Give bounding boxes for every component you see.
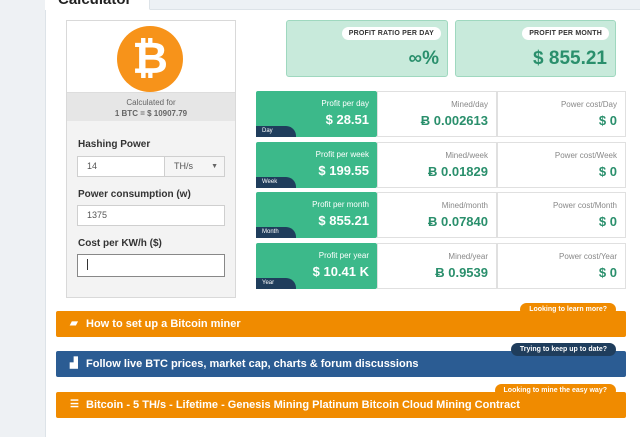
profit-value: $ 855.21: [318, 213, 369, 228]
profit-cell: Profit per day $ 28.51 Day: [256, 91, 377, 137]
profit-value: $ 199.55: [318, 163, 369, 178]
chevron-down-icon: ▼: [211, 163, 218, 170]
profit-month-box: PROFIT PER MONTH $ 855.21: [455, 20, 616, 77]
banner-text: How to set up a Bitcoin miner: [86, 318, 241, 330]
power-cost-label: Power cost/Month: [552, 201, 617, 210]
power-consumption-input[interactable]: 1375: [77, 205, 225, 226]
mined-value: Ƀ 0.01829: [428, 164, 488, 179]
profit-value: $ 28.51: [325, 112, 369, 127]
mined-label: Mined/week: [445, 151, 488, 160]
profit-cell: Profit per year $ 10.41 K Year: [256, 243, 377, 289]
calculated-for-label: Calculated for: [126, 98, 176, 107]
period-tag: Day: [256, 126, 296, 137]
mined-value: Ƀ 0.9539: [435, 265, 488, 280]
profit-label: Profit per week: [315, 150, 369, 159]
period-tag: Year: [256, 278, 296, 289]
profit-month-value: $ 855.21: [533, 48, 607, 69]
banner-live-prices[interactable]: ▟ Follow live BTC prices, market cap, ch…: [56, 343, 626, 377]
hashing-unit-select[interactable]: TH/s ▼: [165, 156, 225, 177]
power-cost-label: Power cost/Day: [560, 100, 617, 109]
banner-tag: Looking to learn more?: [520, 303, 616, 316]
list-icon: ☰: [70, 399, 79, 410]
text-cursor: [87, 259, 88, 271]
hashing-power-input[interactable]: 14: [77, 156, 165, 177]
banner-tag: Trying to keep up to date?: [510, 343, 616, 356]
bitcoin-logo-icon: ₿: [117, 26, 183, 92]
profit-ratio-value: ∞%: [408, 48, 439, 69]
banner-text: Follow live BTC prices, market cap, char…: [86, 358, 419, 370]
mined-cell: Mined/week Ƀ 0.01829: [377, 142, 497, 188]
banner-setup-miner[interactable]: ▰ How to set up a Bitcoin miner Looking …: [56, 303, 626, 337]
power-cost-value: $ 0: [598, 265, 617, 280]
banner-text: Bitcoin - 5 TH/s - Lifetime - Genesis Mi…: [86, 399, 520, 411]
tab-strip: [150, 0, 640, 10]
mined-label: Mined/month: [441, 201, 488, 210]
power-cost-label: Power cost/Week: [554, 151, 617, 160]
btc-price: 1 BTC = $ 10907.79: [114, 109, 188, 118]
profit-label: Profit per day: [321, 99, 369, 108]
mined-cell: Mined/day Ƀ 0.002613: [377, 91, 497, 137]
mined-label: Mined/year: [448, 252, 488, 261]
power-cost-value: $ 0: [598, 113, 617, 128]
logo-box: ₿: [67, 21, 235, 93]
period-tag: Week: [256, 177, 296, 188]
mined-label: Mined/day: [451, 100, 488, 109]
hashing-unit-value: TH/s: [174, 161, 193, 171]
power-cost-cell: Power cost/Year $ 0: [497, 243, 626, 289]
profit-value: $ 10.41 K: [312, 264, 369, 279]
cost-per-kwh-label: Cost per KW/h ($): [78, 238, 162, 249]
mined-cell: Mined/month Ƀ 0.07840: [377, 192, 497, 238]
tab-title: Calculator: [58, 0, 131, 8]
chart-icon: ▟: [70, 358, 78, 369]
banner-tag: Looking to mine the easy way?: [494, 384, 616, 397]
result-row-year: Profit per year $ 10.41 K Year Mined/yea…: [256, 243, 626, 289]
hashing-power-label: Hashing Power: [78, 139, 151, 150]
power-cost-value: $ 0: [598, 214, 617, 229]
power-consumption-label: Power consumption (w): [78, 189, 191, 200]
book-icon: ▰: [70, 318, 78, 329]
power-cost-label: Power cost/Year: [559, 252, 617, 261]
banner-cloud-mining[interactable]: ☰ Bitcoin - 5 TH/s - Lifetime - Genesis …: [56, 384, 626, 418]
power-cost-cell: Power cost/Month $ 0: [497, 192, 626, 238]
profit-label: Profit per year: [318, 251, 369, 260]
profit-month-label: PROFIT PER MONTH: [522, 27, 609, 40]
period-tag: Month: [256, 227, 296, 238]
result-row-month: Profit per month $ 855.21 Month Mined/mo…: [256, 192, 626, 238]
profit-cell: Profit per week $ 199.55 Week: [256, 142, 377, 188]
profit-ratio-label: PROFIT RATIO PER DAY: [341, 27, 441, 40]
mined-value: Ƀ 0.002613: [420, 113, 488, 128]
cost-per-kwh-input[interactable]: [77, 254, 225, 277]
power-cost-value: $ 0: [598, 164, 617, 179]
input-panel: ₿ Calculated for 1 BTC = $ 10907.79 Hash…: [66, 20, 236, 298]
power-cost-cell: Power cost/Week $ 0: [497, 142, 626, 188]
result-row-week: Profit per week $ 199.55 Week Mined/week…: [256, 142, 626, 188]
profit-label: Profit per month: [312, 200, 369, 209]
profit-cell: Profit per month $ 855.21 Month: [256, 192, 377, 238]
calculated-for: Calculated for 1 BTC = $ 10907.79: [67, 93, 235, 121]
mined-cell: Mined/year Ƀ 0.9539: [377, 243, 497, 289]
result-row-day: Profit per day $ 28.51 Day Mined/day Ƀ 0…: [256, 91, 626, 137]
mined-value: Ƀ 0.07840: [428, 214, 488, 229]
power-cost-cell: Power cost/Day $ 0: [497, 91, 626, 137]
profit-ratio-box: PROFIT RATIO PER DAY ∞%: [286, 20, 448, 77]
